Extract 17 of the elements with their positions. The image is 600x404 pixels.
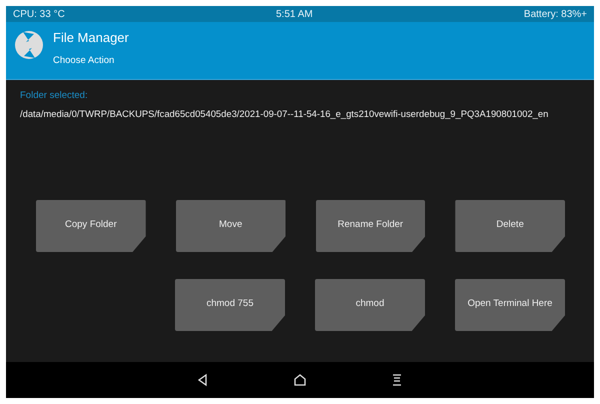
action-button[interactable]: Open Terminal Here xyxy=(455,279,565,331)
action-button[interactable]: Delete xyxy=(455,200,565,252)
action-button[interactable]: chmod 755 xyxy=(175,279,285,331)
action-button[interactable]: Rename Folder xyxy=(316,200,426,252)
home-icon[interactable] xyxy=(293,373,307,387)
folder-label: Folder selected: xyxy=(20,90,89,101)
battery-level: Battery: 83%+ xyxy=(524,8,587,20)
header-subtitle: Choose Action xyxy=(53,55,116,66)
cpu-temperature: CPU: 33 °C xyxy=(13,8,65,20)
logo-icon xyxy=(14,30,44,60)
clock: 5:51 AM xyxy=(276,8,313,20)
action-button[interactable]: Copy Folder xyxy=(36,200,146,252)
folder-path: /data/media/0/TWRP/BACKUPS/fcad65cd05405de3/2021-09-07--11-54-16_e_gts210vewifi-userdebug_9_PQ3A190801002_en xyxy=(20,108,550,119)
header-title: File Manager xyxy=(53,30,129,45)
action-button[interactable]: Move xyxy=(176,200,286,252)
action-button[interactable]: chmod xyxy=(315,279,425,331)
menu-icon[interactable] xyxy=(390,373,404,387)
